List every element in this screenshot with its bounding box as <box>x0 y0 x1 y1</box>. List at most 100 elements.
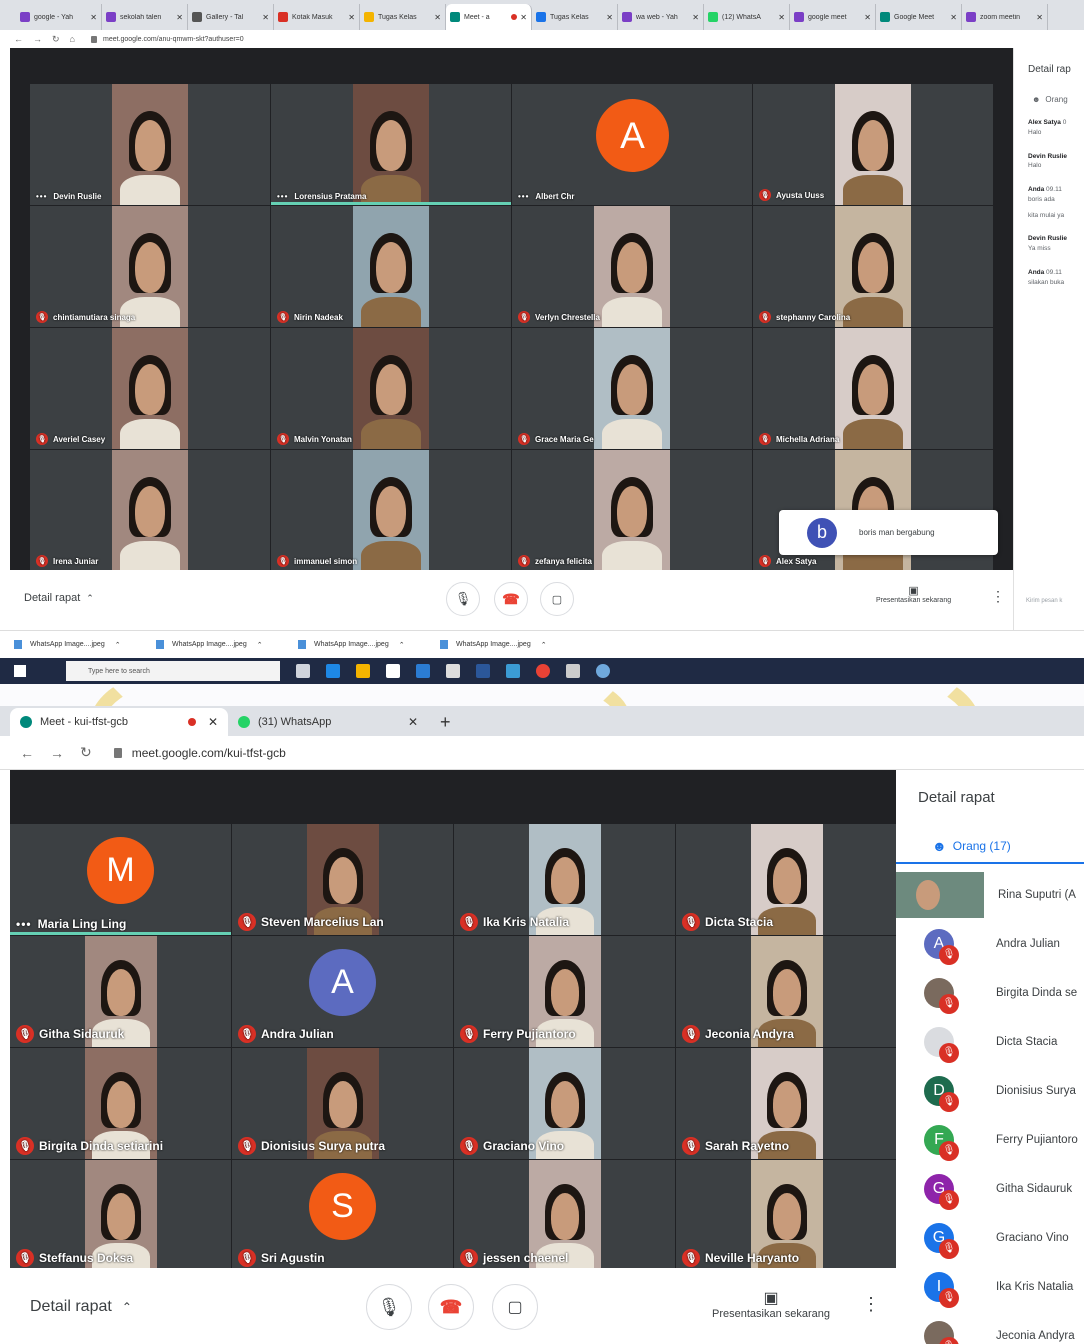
reload-icon[interactable]: ↻ <box>80 744 92 761</box>
participant-tile[interactable]: S 🎙 Sri Agustin <box>232 1160 453 1271</box>
microphone-button[interactable]: 🎙 <box>366 1284 412 1330</box>
participant-tile[interactable]: 🎙 Malvin Yonatan <box>271 328 511 449</box>
participant-tile[interactable]: 🎙 Grace Maria Ge <box>512 328 752 449</box>
download-item[interactable]: WhatsApp Image....jpeg ⌃ <box>156 640 298 649</box>
close-tab-icon[interactable]: ✕ <box>606 13 613 22</box>
browser-tab[interactable]: Kotak Masuk ✕ <box>274 4 360 30</box>
address-bar[interactable]: ← → ↻ meet.google.com/kui-tfst-gcb <box>0 736 1084 770</box>
microphone-button[interactable]: 🎙 <box>446 582 480 616</box>
close-tab-icon[interactable]: ✕ <box>434 13 441 22</box>
participant-tile[interactable]: ••• Devin Ruslie <box>30 84 270 205</box>
reload-icon[interactable]: ↻ <box>52 34 60 45</box>
forward-icon[interactable]: → <box>50 745 64 761</box>
chat-input[interactable]: Kirim pesan k <box>1026 598 1062 604</box>
camera-button[interactable]: ▢ <box>540 582 574 616</box>
browser-tab[interactable]: (12) WhatsA ✕ <box>704 4 790 30</box>
browser-tab[interactable]: google meet ✕ <box>790 4 876 30</box>
forward-icon[interactable]: → <box>33 34 42 44</box>
meeting-details-button[interactable]: Detail rapat ⌃ <box>30 1298 132 1316</box>
participant-tile[interactable]: 🎙 Steven Marcelius Lan <box>232 824 453 935</box>
participant-tile[interactable]: A ••• Albert Chr <box>512 84 752 205</box>
participant-tile[interactable]: 🎙 Verlyn Chrestella <box>512 206 752 327</box>
close-tab-icon[interactable]: ✕ <box>778 13 785 22</box>
close-tab-icon[interactable]: ✕ <box>90 13 97 22</box>
participant-tile[interactable]: 🎙 Ferry Pujiantoro <box>454 936 675 1047</box>
windows-start-icon[interactable] <box>14 665 26 677</box>
participant-tile[interactable]: 🎙 Michella Adriana <box>753 328 993 449</box>
app-icon[interactable] <box>506 664 520 678</box>
participant-tile[interactable]: 🎙 zefanya felicita <box>512 450 752 571</box>
browser-tab[interactable]: Tugas Kelas ✕ <box>360 4 446 30</box>
browser-tab[interactable]: sekolah talen ✕ <box>102 4 188 30</box>
participant-tile[interactable]: 🎙 Steffanus Doksa <box>10 1160 231 1271</box>
store-icon[interactable] <box>386 664 400 678</box>
participant-tile[interactable]: 🎙 Dicta Stacia <box>676 824 897 935</box>
mail-icon[interactable] <box>416 664 430 678</box>
participant-list-item[interactable]: Rina Suputri (A <box>896 870 1084 919</box>
browser-tab[interactable]: (31) WhatsApp ✕ <box>228 708 428 736</box>
home-icon[interactable]: ⌂ <box>70 34 75 44</box>
present-now-button[interactable]: ▣ Presentasikan sekarang <box>712 1288 830 1320</box>
participant-list-item[interactable]: 🎙 Birgita Dinda se <box>896 968 1084 1017</box>
close-tab-icon[interactable]: ✕ <box>408 715 418 729</box>
url-text[interactable]: meet.google.com/kui-tfst-gcb <box>132 746 286 760</box>
participant-tile[interactable]: 🎙 Ika Kris Natalia <box>454 824 675 935</box>
participant-tile[interactable]: 🎙 chintiamutiara sinaga <box>30 206 270 327</box>
participant-tile[interactable]: 🎙 Githa Sidauruk <box>10 936 231 1047</box>
participant-list-item[interactable]: D 🎙 Dionisius Surya <box>896 1066 1084 1115</box>
chevron-up-icon[interactable]: ⌃ <box>399 641 405 649</box>
participant-tile[interactable]: M ••• Maria Ling Ling <box>10 824 231 935</box>
new-tab-button[interactable]: + <box>428 708 463 736</box>
participant-tile[interactable]: 🎙 Birgita Dinda setiarini <box>10 1048 231 1159</box>
participant-tile[interactable]: 🎙 Dionisius Surya putra <box>232 1048 453 1159</box>
participant-tile[interactable]: ••• Lorensius Pratama <box>271 84 511 205</box>
close-tab-icon[interactable]: ✕ <box>348 13 355 22</box>
participant-tile[interactable]: 🎙 immanuel simon <box>271 450 511 571</box>
browser-tab[interactable]: zoom meetin ✕ <box>962 4 1048 30</box>
task-view-icon[interactable] <box>296 664 310 678</box>
word-icon[interactable] <box>476 664 490 678</box>
browser-tab[interactable]: Gallery - Tal ✕ <box>188 4 274 30</box>
close-tab-icon[interactable]: ✕ <box>1036 13 1043 22</box>
media-icon[interactable] <box>446 664 460 678</box>
participant-tile[interactable]: 🎙 Nirin Nadeak <box>271 206 511 327</box>
participant-tile[interactable]: 🎙 Irena Juniar <box>30 450 270 571</box>
explorer-icon[interactable] <box>356 664 370 678</box>
app3-icon[interactable] <box>596 664 610 678</box>
participant-tile[interactable]: 🎙 Graciano Vino <box>454 1048 675 1159</box>
url-text[interactable]: meet.google.com/anu-qmwm-skt?authuser=0 <box>103 36 244 43</box>
browser-tab[interactable]: Meet - kui-tfst-gcb ✕ <box>10 708 228 736</box>
people-tab[interactable]: ☻ Orang (17) <box>932 838 1011 854</box>
participant-list-item[interactable]: G 🎙 Githa Sidauruk <box>896 1164 1084 1213</box>
browser-tab[interactable]: Meet - a ✕ <box>446 4 532 30</box>
meeting-details-button[interactable]: Detail rapat ⌃ <box>24 592 94 604</box>
participant-tile[interactable]: 🎙 Sarah Rayetno <box>676 1048 897 1159</box>
participant-tile[interactable]: 🎙 Ayusta Uuss <box>753 84 993 205</box>
close-tab-icon[interactable]: ✕ <box>950 13 957 22</box>
chevron-up-icon[interactable]: ⌃ <box>257 641 263 649</box>
participant-tile[interactable]: A 🎙 Andra Julian <box>232 936 453 1047</box>
participant-tile[interactable]: 🎙 jessen chaenel <box>454 1160 675 1271</box>
participant-list-item[interactable]: F 🎙 Ferry Pujiantoro <box>896 1115 1084 1164</box>
download-item[interactable]: WhatsApp Image....jpeg ⌃ <box>298 640 440 649</box>
address-bar[interactable]: ← → ↻ ⌂ meet.google.com/anu-qmwm-skt?aut… <box>0 30 1084 48</box>
back-icon[interactable]: ← <box>14 34 23 44</box>
leave-call-button[interactable]: ☎ <box>428 1284 474 1330</box>
close-tab-icon[interactable]: ✕ <box>864 13 871 22</box>
participant-tile[interactable]: 🎙 Jeconia Andyra <box>676 936 897 1047</box>
people-tab[interactable]: ☻ Orang <box>1032 95 1084 104</box>
download-item[interactable]: WhatsApp Image....jpeg ⌃ <box>14 640 156 649</box>
browser-tab[interactable]: Google Meet ✕ <box>876 4 962 30</box>
close-tab-icon[interactable]: ✕ <box>262 13 269 22</box>
more-options-icon[interactable]: ⋮ <box>862 1294 880 1315</box>
chevron-up-icon[interactable]: ⌃ <box>541 641 547 649</box>
browser-tab[interactable]: Tugas Kelas ✕ <box>532 4 618 30</box>
camera-button[interactable]: ▢ <box>492 1284 538 1330</box>
close-tab-icon[interactable]: ✕ <box>520 13 527 22</box>
browser-tab[interactable]: wa web - Yah ✕ <box>618 4 704 30</box>
participant-list-item[interactable]: 🎙 Dicta Stacia <box>896 1017 1084 1066</box>
close-tab-icon[interactable]: ✕ <box>176 13 183 22</box>
participant-list-item[interactable]: A 🎙 Andra Julian <box>896 919 1084 968</box>
more-options-icon[interactable]: ⋮ <box>991 588 1005 605</box>
close-tab-icon[interactable]: ✕ <box>692 13 699 22</box>
